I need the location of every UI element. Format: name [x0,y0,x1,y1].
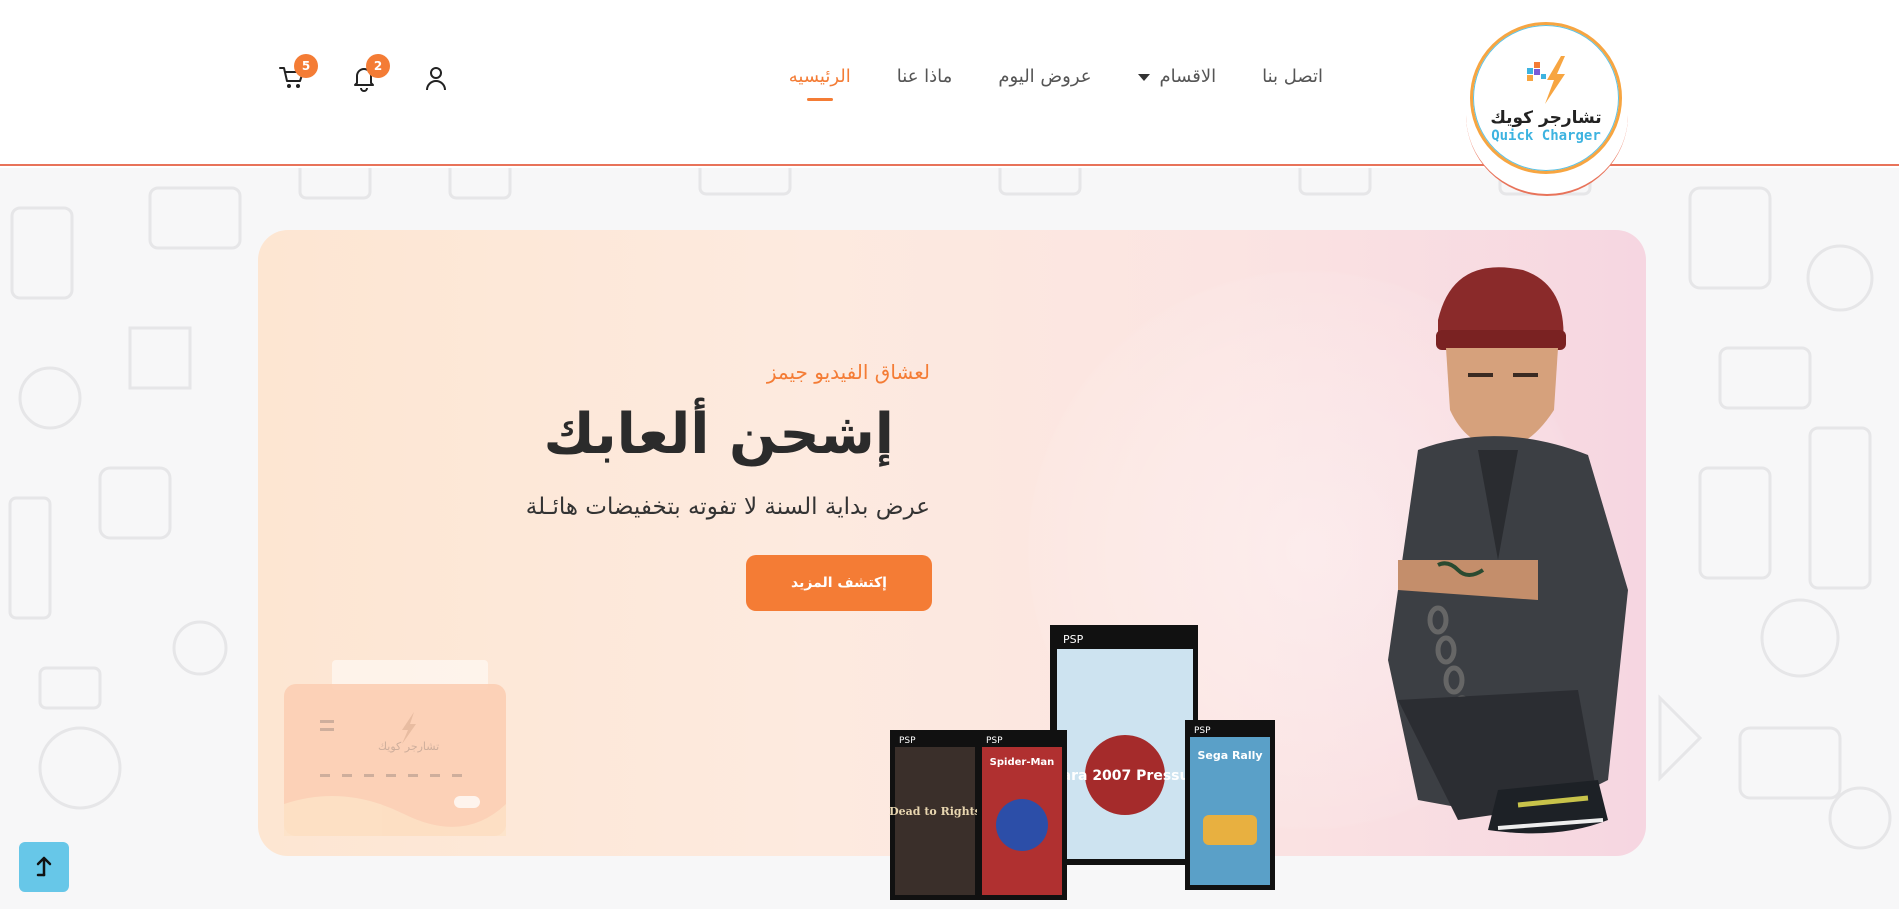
gamer-character-image [1388,267,1628,834]
hero-title: إشحن ألعابك [543,402,894,467]
gift-card-illustration: تشارجر كويك [284,684,506,836]
cart-button[interactable]: 5 [278,54,318,92]
notifications-button[interactable]: 2 [350,54,390,92]
svg-text:PSP: PSP [986,736,1003,746]
game-title-sega-rally: Sega Rally [1197,749,1262,762]
nav-categories-label: الاقسام [1159,66,1217,87]
nav-home[interactable]: الرئيسيه [789,66,851,87]
hero-description: عرض بداية السنة لا تفوته بتخفيضات هائـلة [525,494,930,520]
svg-text:PSP: PSP [899,736,916,746]
game-title-dead-to-rights: Dead to Rights [889,805,981,818]
scroll-to-top-button[interactable] [19,842,69,892]
logo: تشارجر كويك Quick Charger [1470,22,1622,174]
game-cases-image: PSP Brian Lara 2007 Pressure Play PSP De… [889,625,1275,900]
caret-down-icon [1137,73,1150,81]
notifications-count-badge: 2 [366,54,390,78]
arrow-up-icon [36,856,52,877]
logo-arabic-name: تشارجر كويك [1490,108,1602,128]
nav-about[interactable]: ماذا عنا [897,66,953,87]
nav-categories[interactable]: الاقسام [1137,66,1217,87]
main-nav: الرئيسيه ماذا عنا عروض اليوم الاقسام اتص… [789,66,1323,87]
user-icon [426,67,446,91]
account-button[interactable] [422,64,450,92]
header-icons: 5 2 [278,54,450,92]
nav-contact[interactable]: اتصل بنا [1262,66,1323,87]
lightning-logo-icon [1527,56,1565,104]
cart-count-badge: 5 [294,54,318,78]
explore-more-button[interactable]: إكتشف المزيد [746,555,932,611]
svg-text:PSP: PSP [1063,633,1084,646]
svg-text:PSP: PSP [1194,726,1211,736]
logo-english-name: Quick Charger [1491,128,1601,144]
game-title-spider-man: Spider-Man [990,757,1055,768]
hero-subtitle: لعشاق الفيديو جيمز [766,360,930,384]
card-art-text: تشارجر كويك [378,740,440,753]
logo-container[interactable]: تشارجر كويك Quick Charger [1466,18,1628,196]
nav-today-offers[interactable]: عروض اليوم [998,66,1091,87]
